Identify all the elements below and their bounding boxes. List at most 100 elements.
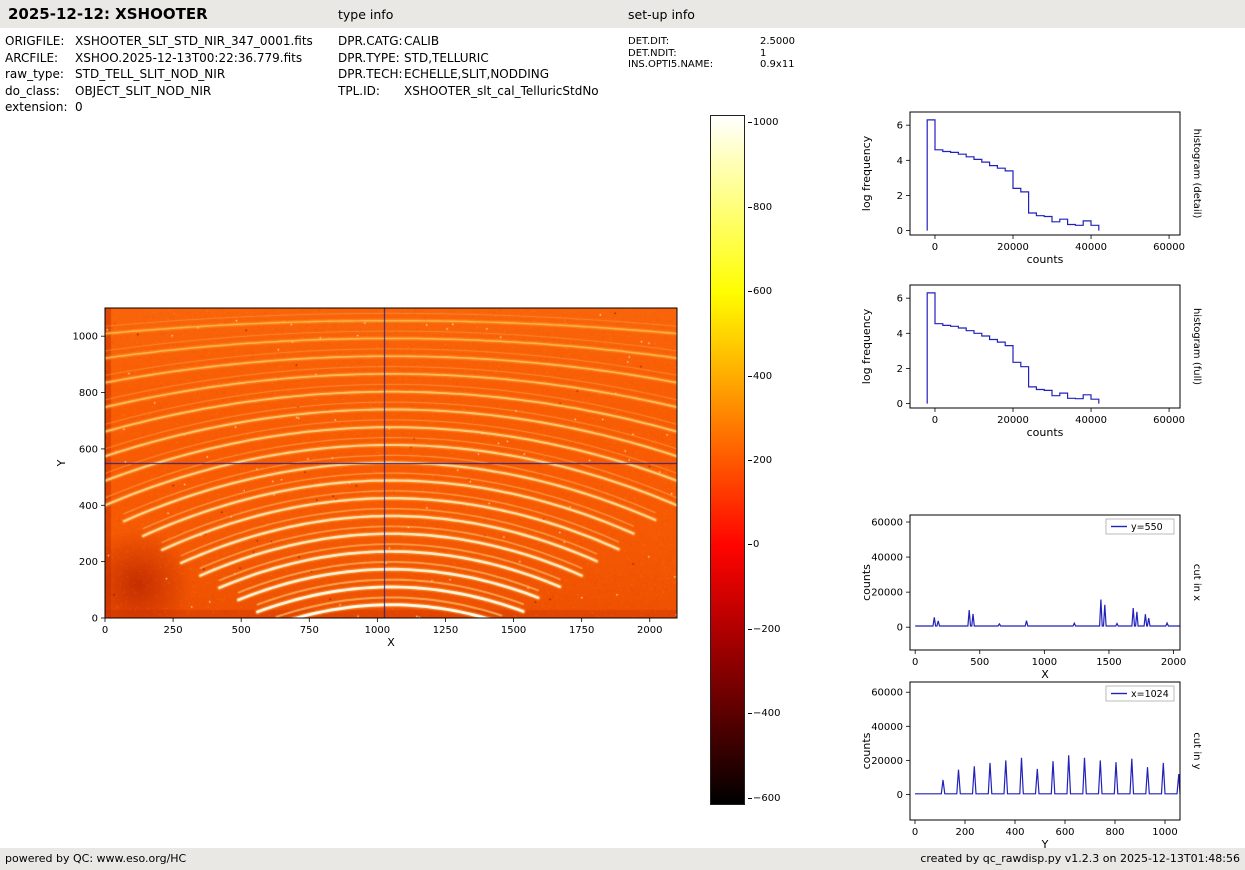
meta-row-det-ndit: DET.NDIT: 1 [628, 48, 795, 60]
meta-label: DPR.TYPE: [338, 50, 400, 65]
svg-text:y=550: y=550 [1131, 522, 1163, 533]
svg-text:0: 0 [932, 242, 938, 253]
svg-text:0: 0 [897, 623, 903, 634]
meta-label: DPR.CATG: [338, 34, 403, 48]
svg-text:60000: 60000 [1153, 415, 1185, 426]
meta-value: XSHOOTER_slt_cal_TelluricStdNo [404, 83, 599, 98]
svg-text:60000: 60000 [1153, 242, 1185, 253]
svg-text:0: 0 [102, 625, 108, 636]
histogram-full-plot: 0 20000 40000 60000 0 2 4 6 counts log frequency h… [860, 277, 1207, 452]
meta-label: do_class: [5, 83, 60, 98]
svg-text:600: 600 [79, 444, 98, 455]
svg-text:60000: 60000 [871, 518, 903, 529]
svg-text:0: 0 [912, 827, 918, 838]
meta-value: 0 [75, 100, 83, 114]
svg-text:0: 0 [92, 614, 98, 625]
colorbar-tick-label: 600 [747, 286, 773, 298]
meta-row-extension: extension: 0 [5, 99, 313, 116]
svg-text:40000: 40000 [1075, 242, 1107, 253]
colorbar-gradient [710, 115, 745, 805]
svg-text:2000: 2000 [637, 625, 662, 636]
svg-text:1500: 1500 [501, 625, 526, 636]
meta-label: DET.DIT: [628, 36, 670, 47]
svg-text:log frequency: log frequency [860, 308, 873, 384]
svg-text:2: 2 [897, 364, 903, 375]
footer-bar: powered by QC: www.eso.org/HC created by… [0, 848, 1245, 870]
svg-text:200: 200 [955, 827, 974, 838]
page-title: 2025-12-12: XSHOOTER [8, 5, 208, 23]
svg-text:250: 250 [164, 625, 183, 636]
meta-value: STD_TELL_SLIT_NOD_NIR [75, 67, 226, 81]
svg-text:counts: counts [860, 732, 873, 769]
svg-text:1000: 1000 [365, 625, 390, 636]
svg-text:500: 500 [232, 625, 251, 636]
meta-value: 1 [760, 47, 767, 59]
detector-image-plot: 0 250 500 750 1000 1250 1500 1750 2000 0 200 400 600… [50, 300, 695, 660]
meta-label: INS.OPTI5.NAME: [628, 59, 714, 70]
qc-report-page: 2025-12-12: XSHOOTER type info set-up in… [0, 0, 1245, 870]
svg-text:20000: 20000 [871, 756, 903, 767]
histogram_detail-svg: 0 20000 40000 60000 0 2 4 6 counts log frequency h… [860, 111, 1202, 266]
meta-row-tpl-id: TPL.ID: XSHOOTER_slt_cal_TelluricStdNo [338, 83, 599, 100]
footer-powered-by: powered by QC: www.eso.org/HC [5, 852, 187, 865]
meta-row-do-class: do_class: OBJECT_SLIT_NOD_NIR [5, 83, 313, 100]
meta-row-det-dit: DET.DIT: 2.5000 [628, 36, 795, 48]
svg-text:1500: 1500 [1096, 657, 1121, 668]
colorbar-tick-label: −600 [747, 792, 781, 804]
svg-text:2: 2 [897, 191, 903, 202]
svg-text:0: 0 [912, 657, 918, 668]
meta-label: extension: [5, 100, 68, 114]
meta-value: STD,TELLURIC [404, 50, 489, 65]
type-info-heading: type info [338, 7, 394, 22]
svg-text:60000: 60000 [871, 688, 903, 699]
meta-label: DPR.TECH: [338, 67, 403, 81]
colorbar-tick-label: −400 [747, 708, 781, 720]
meta-label: raw_type: [5, 67, 64, 81]
svg-text:counts: counts [860, 564, 873, 601]
cut_x-svg: 0 500 1000 1500 20000200004000060000Xcounts c… [860, 514, 1202, 681]
svg-text:histogram (full): histogram (full) [1191, 308, 1202, 385]
histogram_full-svg: 0 20000 40000 60000 0 2 4 6 counts log frequency h… [860, 284, 1202, 439]
svg-text:0: 0 [897, 399, 903, 410]
colorbar-tick-label: 0 [747, 539, 760, 551]
svg-text:40000: 40000 [871, 722, 903, 733]
svg-text:0: 0 [897, 226, 903, 237]
svg-text:cut in y: cut in y [1191, 732, 1202, 769]
svg-text:600: 600 [1055, 827, 1074, 838]
svg-text:20000: 20000 [997, 415, 1029, 426]
meta-value: 0.9x11 [760, 59, 795, 70]
meta-value: XSHOO.2025-12-13T00:22:36.779.fits [75, 50, 303, 65]
footer-created-by: created by qc_rawdisp.py v1.2.3 on 2025-… [920, 852, 1240, 865]
colorbar-tick-label: 1000 [747, 117, 779, 129]
svg-text:0: 0 [932, 415, 938, 426]
meta-row-dpr-catg: DPR.CATG:CALIB [338, 33, 599, 50]
svg-text:500: 500 [970, 657, 989, 668]
svg-text:counts: counts [1027, 426, 1064, 439]
detector_image-svg: 0 250 500 750 1000 1250 1500 1750 2000 0 200 400 600… [55, 307, 678, 649]
svg-text:20000: 20000 [871, 588, 903, 599]
meta-label: ORIGFILE: [5, 34, 65, 48]
svg-text:4: 4 [897, 329, 903, 340]
colorbar-tick-label: −200 [747, 623, 781, 635]
svg-text:400: 400 [79, 501, 98, 512]
colorbar-labels: 1000 800 600 400 200 0 −200 −400 −600 [746, 115, 808, 805]
type-info-block: DPR.CATG:CALIB DPR.TYPE: STD,TELLURIC DPR… [338, 33, 599, 99]
svg-text:6: 6 [897, 294, 903, 305]
meta-value: CALIB [404, 34, 440, 48]
svg-text:1000: 1000 [1152, 827, 1177, 838]
svg-text:1000: 1000 [73, 332, 98, 343]
svg-text:x=1024: x=1024 [1131, 689, 1169, 700]
svg-text:1750: 1750 [569, 625, 594, 636]
svg-text:40000: 40000 [871, 553, 903, 564]
svg-text:1250: 1250 [433, 625, 458, 636]
colorbar-tick-label: 800 [747, 201, 773, 213]
svg-text:200: 200 [79, 557, 98, 568]
svg-text:4: 4 [897, 156, 903, 167]
svg-text:0: 0 [897, 790, 903, 801]
cut-in-y-plot: 0 200 400 600 800 1000 0 20000 40000 60000 Ycounts… [860, 674, 1207, 864]
svg-text:400: 400 [1005, 827, 1024, 838]
meta-row-arcfile: ARCFILE: XSHOO.2025-12-13T00:22:36.779.fi… [5, 50, 313, 67]
meta-row-ins-opti5: INS.OPTI5.NAME: 0.9x11 [628, 59, 795, 71]
header-bar: 2025-12-12: XSHOOTER type info set-up in… [0, 0, 1245, 28]
svg-text:X: X [387, 636, 395, 649]
